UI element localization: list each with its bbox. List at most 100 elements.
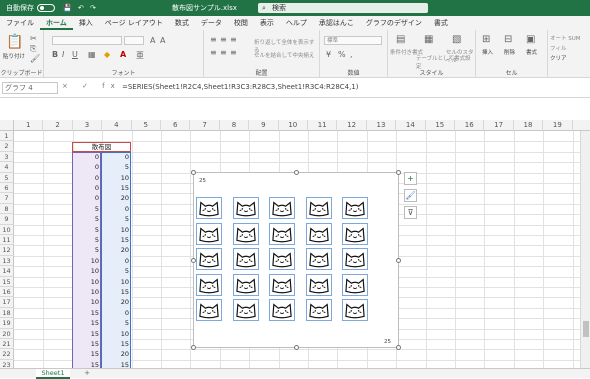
column-header-8[interactable]: 8 [220, 120, 250, 131]
row-header-8[interactable]: 8 [0, 203, 14, 215]
table-format-icon[interactable]: ▦ [424, 34, 433, 45]
row-header-14[interactable]: 14 [0, 266, 14, 277]
row-header-6[interactable]: 6 [0, 183, 14, 194]
column-header-2[interactable]: 2 [43, 120, 73, 131]
cell-y-value[interactable]: 0 [101, 308, 131, 318]
cell-y-value[interactable]: 20 [101, 297, 131, 307]
delete-label[interactable]: 削除 [504, 48, 515, 56]
cat-marker-point[interactable] [232, 222, 259, 245]
resize-handle-r[interactable] [396, 258, 401, 263]
cell-x-value[interactable]: 0 [72, 152, 101, 162]
cat-marker-point[interactable] [342, 197, 368, 219]
insert-label[interactable]: 挿入 [482, 48, 493, 56]
font-family-select[interactable] [52, 36, 122, 45]
vertical-scrollbar[interactable] [580, 131, 590, 368]
chart-elements-button[interactable]: + [404, 172, 417, 185]
font-color-icon[interactable]: A [120, 50, 126, 59]
percent-icon[interactable]: % [338, 50, 346, 59]
cell-y-value[interactable]: 20 [101, 349, 131, 359]
cell-x-value[interactable]: 10 [72, 256, 101, 266]
column-header-9[interactable]: 9 [249, 120, 279, 131]
cat-marker-point[interactable] [232, 273, 259, 296]
cat-marker-point[interactable] [232, 299, 259, 321]
row-header-18[interactable]: 18 [0, 307, 14, 319]
cat-marker-point[interactable] [305, 248, 332, 270]
autosum-button[interactable]: オート SUM [550, 34, 581, 42]
cell-y-value[interactable]: 15 [101, 235, 131, 245]
cat-marker-point[interactable] [342, 248, 368, 270]
align-right-icon[interactable]: ≡ [230, 48, 237, 57]
cell-x-value[interactable]: 10 [72, 277, 101, 287]
search-input[interactable]: ⌕ 検索 [258, 3, 428, 13]
cell-y-value[interactable]: 5 [101, 162, 131, 172]
tab-1[interactable]: ホーム [40, 17, 73, 30]
format-label[interactable]: 書式 [526, 48, 537, 56]
row-header-11[interactable]: 11 [0, 235, 14, 246]
cat-marker-point[interactable] [196, 248, 222, 270]
underline-icon[interactable]: U [72, 50, 78, 59]
plot-area[interactable] [194, 197, 372, 323]
column-header-11[interactable]: 11 [308, 120, 338, 131]
phonetic-icon[interactable]: 亜 [136, 50, 144, 61]
comma-icon[interactable]: , [350, 50, 353, 59]
scatter-chart[interactable]: 25 25 [193, 172, 399, 348]
formula-input[interactable]: =SERIES(Sheet1!R2C4,Sheet1!R3C3:R28C3,Sh… [122, 83, 359, 91]
cell-y-value[interactable]: 15 [101, 287, 131, 297]
row-header-17[interactable]: 17 [0, 297, 14, 308]
format-painter-icon[interactable]: 🖌 [30, 54, 40, 63]
row-header-10[interactable]: 10 [0, 224, 14, 235]
borders-icon[interactable]: ▦ [88, 50, 96, 59]
column-header-17[interactable]: 17 [484, 120, 514, 131]
row-header-21[interactable]: 21 [0, 339, 14, 350]
row-header-15[interactable]: 15 [0, 276, 14, 287]
cat-marker-point[interactable] [232, 248, 259, 270]
currency-icon[interactable]: ¥ [326, 50, 331, 59]
fill-button[interactable]: フィル [550, 44, 566, 52]
autosave-toggle[interactable] [37, 4, 55, 12]
cat-marker-point[interactable] [196, 197, 222, 219]
formula-buttons[interactable]: × ✓ fx [62, 82, 121, 90]
tab-4[interactable]: 数式 [169, 17, 195, 30]
cell-x-value[interactable]: 0 [72, 183, 101, 193]
column-header-13[interactable]: 13 [367, 120, 397, 131]
chart-styles-button[interactable]: 🖌 [404, 189, 417, 202]
align-middle-icon[interactable]: ≡ [220, 35, 227, 44]
column-header-7[interactable]: 7 [190, 120, 220, 131]
cell-y-value[interactable]: 0 [101, 204, 131, 214]
row-header-9[interactable]: 9 [0, 214, 14, 225]
resize-handle-tr[interactable] [396, 170, 401, 175]
row-header-2[interactable]: 2 [0, 141, 14, 152]
paste-icon[interactable]: 📋 [6, 34, 23, 50]
tab-11[interactable]: 書式 [428, 17, 454, 30]
column-header-12[interactable]: 12 [337, 120, 367, 131]
cell-y-value[interactable]: 5 [101, 214, 131, 224]
cell-y-value[interactable]: 10 [101, 329, 131, 339]
cat-marker-point[interactable] [196, 222, 222, 245]
number-format-select[interactable]: 標準 [324, 36, 382, 45]
align-left-icon[interactable]: ≡ [210, 48, 217, 57]
cat-marker-point[interactable] [269, 222, 295, 245]
row-header-1[interactable]: 1 [0, 131, 14, 142]
resize-handle-l[interactable] [191, 258, 196, 263]
cell-y-value[interactable]: 20 [101, 193, 131, 203]
column-header-4[interactable]: 4 [102, 120, 132, 131]
cell-style-icon[interactable]: ▧ [452, 34, 461, 45]
cell-y-value[interactable]: 10 [101, 225, 131, 235]
resize-handle-bl[interactable] [191, 345, 196, 350]
merge-center-button[interactable]: セルを結合して中央揃え [254, 51, 314, 59]
cell-x-value[interactable]: 5 [72, 225, 101, 235]
bold-icon[interactable]: B [52, 50, 58, 59]
column-header-18[interactable]: 18 [514, 120, 544, 131]
cell-x-value[interactable]: 15 [72, 308, 101, 318]
cell-x-value[interactable]: 15 [72, 339, 101, 349]
cell-x-value[interactable]: 10 [72, 287, 101, 297]
resize-handle-t[interactable] [294, 170, 299, 175]
font-size-select[interactable] [124, 36, 144, 45]
column-header-19[interactable]: 19 [543, 120, 573, 131]
cat-marker-point[interactable] [232, 197, 259, 219]
tab-2[interactable]: 挿入 [73, 17, 99, 30]
row-header-7[interactable]: 7 [0, 193, 14, 204]
tab-8[interactable]: ヘルプ [280, 17, 313, 30]
cell-x-value[interactable]: 5 [72, 235, 101, 245]
tab-10[interactable]: グラフのデザイン [360, 17, 428, 30]
